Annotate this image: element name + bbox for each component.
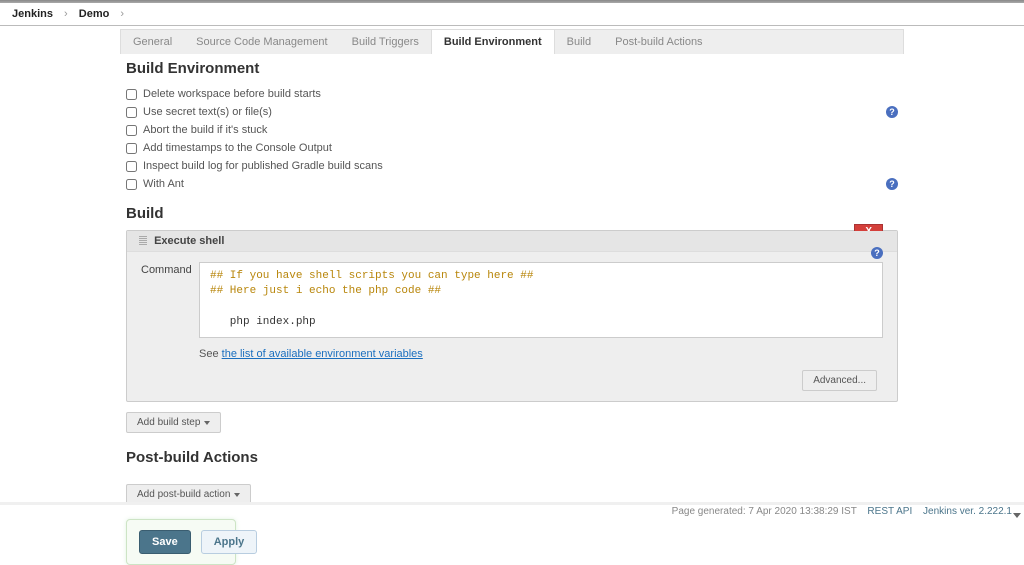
chevron-down-icon <box>204 421 210 425</box>
see-text: See <box>199 348 222 360</box>
checkbox-gradle-scans[interactable] <box>126 161 137 172</box>
label-gradle-scans: Inspect build log for published Gradle b… <box>143 160 383 172</box>
env-vars-link[interactable]: the list of available environment variab… <box>222 348 423 360</box>
checkbox-abort-stuck[interactable] <box>126 125 137 136</box>
tab-scm[interactable]: Source Code Management <box>184 30 339 54</box>
command-textarea[interactable]: ## If you have shell scripts you can typ… <box>199 262 883 338</box>
tab-post-build[interactable]: Post-build Actions <box>603 30 714 54</box>
add-build-step-button[interactable]: Add build step <box>126 412 221 433</box>
label-secret-text: Use secret text(s) or file(s) <box>143 106 272 118</box>
jenkins-version-link[interactable]: Jenkins ver. 2.222.1 <box>923 506 1012 517</box>
label-delete-workspace: Delete workspace before build starts <box>143 88 321 100</box>
command-label: Command <box>141 262 191 276</box>
breadcrumb-demo[interactable]: Demo <box>79 8 110 20</box>
footer-generated: Page generated: 7 Apr 2020 13:38:29 IST <box>672 506 857 517</box>
checkbox-delete-workspace[interactable] <box>126 89 137 100</box>
opt-delete-workspace[interactable]: Delete workspace before build starts <box>126 85 898 103</box>
opt-timestamps[interactable]: Add timestamps to the Console Output <box>126 139 898 157</box>
chevron-right-icon: › <box>120 8 124 20</box>
label-abort-stuck: Abort the build if it's stuck <box>143 124 267 136</box>
chevron-down-icon <box>234 493 240 497</box>
rest-api-link[interactable]: REST API <box>867 506 912 517</box>
tab-build[interactable]: Build <box>555 30 603 54</box>
help-icon[interactable]: ? <box>886 106 898 118</box>
tab-build-triggers[interactable]: Build Triggers <box>340 30 431 54</box>
checkbox-timestamps[interactable] <box>126 143 137 154</box>
apply-button[interactable]: Apply <box>201 530 258 554</box>
page-footer: Page generated: 7 Apr 2020 13:38:29 IST … <box>672 502 1012 521</box>
advanced-button[interactable]: Advanced... <box>802 370 877 391</box>
tab-build-environment[interactable]: Build Environment <box>431 30 555 54</box>
label-with-ant: With Ant <box>143 178 184 190</box>
checkbox-with-ant[interactable] <box>126 179 137 190</box>
section-title-post-build: Post-build Actions <box>126 449 898 466</box>
tab-general[interactable]: General <box>121 30 184 54</box>
label-timestamps: Add timestamps to the Console Output <box>143 142 332 154</box>
scroll-down-icon[interactable] <box>1013 513 1021 518</box>
help-icon[interactable]: ? <box>886 178 898 190</box>
section-title-build-env: Build Environment <box>126 60 898 77</box>
opt-secret-text[interactable]: Use secret text(s) or file(s) ? <box>126 103 898 121</box>
chevron-right-icon: › <box>64 8 68 20</box>
opt-gradle-scans[interactable]: Inspect build log for published Gradle b… <box>126 157 898 175</box>
drag-handle-icon[interactable] <box>139 236 147 246</box>
breadcrumb: Jenkins › Demo › <box>0 3 1024 26</box>
config-tabs: General Source Code Management Build Tri… <box>120 29 904 54</box>
help-icon[interactable]: ? <box>871 247 883 259</box>
opt-abort-stuck[interactable]: Abort the build if it's stuck <box>126 121 898 139</box>
checkbox-secret-text[interactable] <box>126 107 137 118</box>
save-bar: Save Apply <box>126 519 236 565</box>
breadcrumb-jenkins[interactable]: Jenkins <box>12 8 53 20</box>
save-button[interactable]: Save <box>139 530 191 554</box>
build-step-header[interactable]: Execute shell <box>127 231 897 252</box>
build-step-title: Execute shell <box>154 235 224 247</box>
opt-with-ant[interactable]: With Ant ? <box>126 175 898 193</box>
section-title-build: Build <box>126 205 898 222</box>
build-step-execute-shell: X Execute shell ? Command ## If you have… <box>126 230 898 402</box>
